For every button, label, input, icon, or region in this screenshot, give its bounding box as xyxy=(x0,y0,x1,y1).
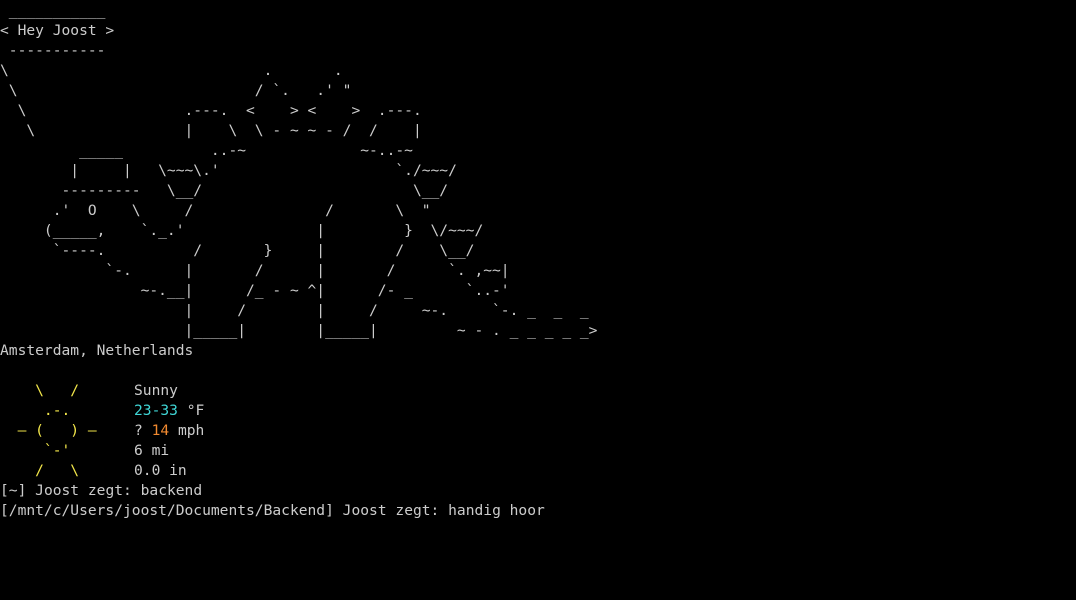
weather-row-precipitation: / \ 0.0 in xyxy=(0,461,1076,481)
cowsay-line: \ . . xyxy=(0,62,343,79)
weather-condition: Sunny xyxy=(134,382,178,399)
cowsay-line: .' O \ / / \ " xyxy=(0,202,431,219)
cowsay-line: `-. | / | / `. ,~~| xyxy=(0,262,510,279)
cowsay-line: _____ ..-~ ~-..-~ xyxy=(0,142,413,159)
cowsay-line: ___________ xyxy=(0,2,106,19)
prompt-verb: zegt: xyxy=(87,482,132,499)
cowsay-line: \ / `. .' " xyxy=(0,82,352,99)
weather-report: Amsterdam, Netherlands \ / Sunny .-. 23-… xyxy=(0,341,1076,481)
cowsay-line: \ .---. < > < > .---. xyxy=(0,102,422,119)
cowsay-line: `----. / } | / \__/ xyxy=(0,242,475,259)
weather-temperature: 23-33 xyxy=(134,402,178,419)
cowsay-line: |_____| |_____| ~ - . _ _ _ _ _> xyxy=(0,322,598,339)
prompt-user: Joost xyxy=(35,482,80,499)
weather-row-condition: \ / Sunny xyxy=(0,381,1076,401)
cowsay-line: --------- \__/ \__/ xyxy=(0,182,449,199)
cowsay-line: \ | \ \ - ~ ~ - / / | xyxy=(0,122,422,139)
sun-icon: ― ( ) ― xyxy=(0,422,115,439)
terminal-window[interactable]: ___________ < Hey Joost > ----------- \ … xyxy=(0,1,1076,600)
prompt-path: [/mnt/c/Users/joost/Documents/Backend] xyxy=(0,502,334,519)
sun-icon: \ / xyxy=(0,382,115,399)
cowsay-speech-bubble: < Hey Joost > xyxy=(0,22,115,39)
weather-row-wind: ― ( ) ― ? 14 mph xyxy=(0,421,1076,441)
weather-location: Amsterdam, Netherlands xyxy=(0,342,194,359)
sun-icon: `-' xyxy=(0,442,115,459)
cowsay-line: (_____, `._.' | } \/~~~/ xyxy=(0,222,484,239)
cowsay-line: ~-.__| /_ - ~ ^| /- _ `..-' xyxy=(0,282,510,299)
weather-precipitation: 0.0 in xyxy=(134,462,187,479)
prompt-command[interactable]: handig hoor xyxy=(448,502,545,519)
sun-icon: / \ xyxy=(0,462,115,479)
prompt-path: [~] xyxy=(0,482,27,499)
weather-wind-unit: mph xyxy=(169,422,205,439)
weather-wind-speed: 14 xyxy=(151,422,170,439)
cowsay-line: | | \~~~\.' `./~~~/ xyxy=(0,162,457,179)
weather-row-temperature: .-. 23-33 °F xyxy=(0,401,1076,421)
weather-temperature-unit: °F xyxy=(177,402,205,419)
sun-icon: .-. xyxy=(0,402,115,419)
cowsay-line: ----------- xyxy=(0,42,106,59)
prompt-line: [~] Joost zegt: backend xyxy=(0,481,1076,501)
weather-visibility: 6 mi xyxy=(134,442,170,459)
weather-row-visibility: `-' 6 mi xyxy=(0,441,1076,461)
prompt-user: Joost xyxy=(342,502,387,519)
prompt-line-current[interactable]: [/mnt/c/Users/joost/Documents/Backend] J… xyxy=(0,501,1076,521)
wind-arrow-icon: ? xyxy=(134,422,143,439)
cowsay-art: ___________ < Hey Joost > ----------- \ … xyxy=(0,1,1076,341)
prompt-verb: zegt: xyxy=(395,502,440,519)
prompt-command: backend xyxy=(140,482,203,499)
cowsay-line: | / | / ~-. `-. _ _ _ xyxy=(0,302,589,319)
